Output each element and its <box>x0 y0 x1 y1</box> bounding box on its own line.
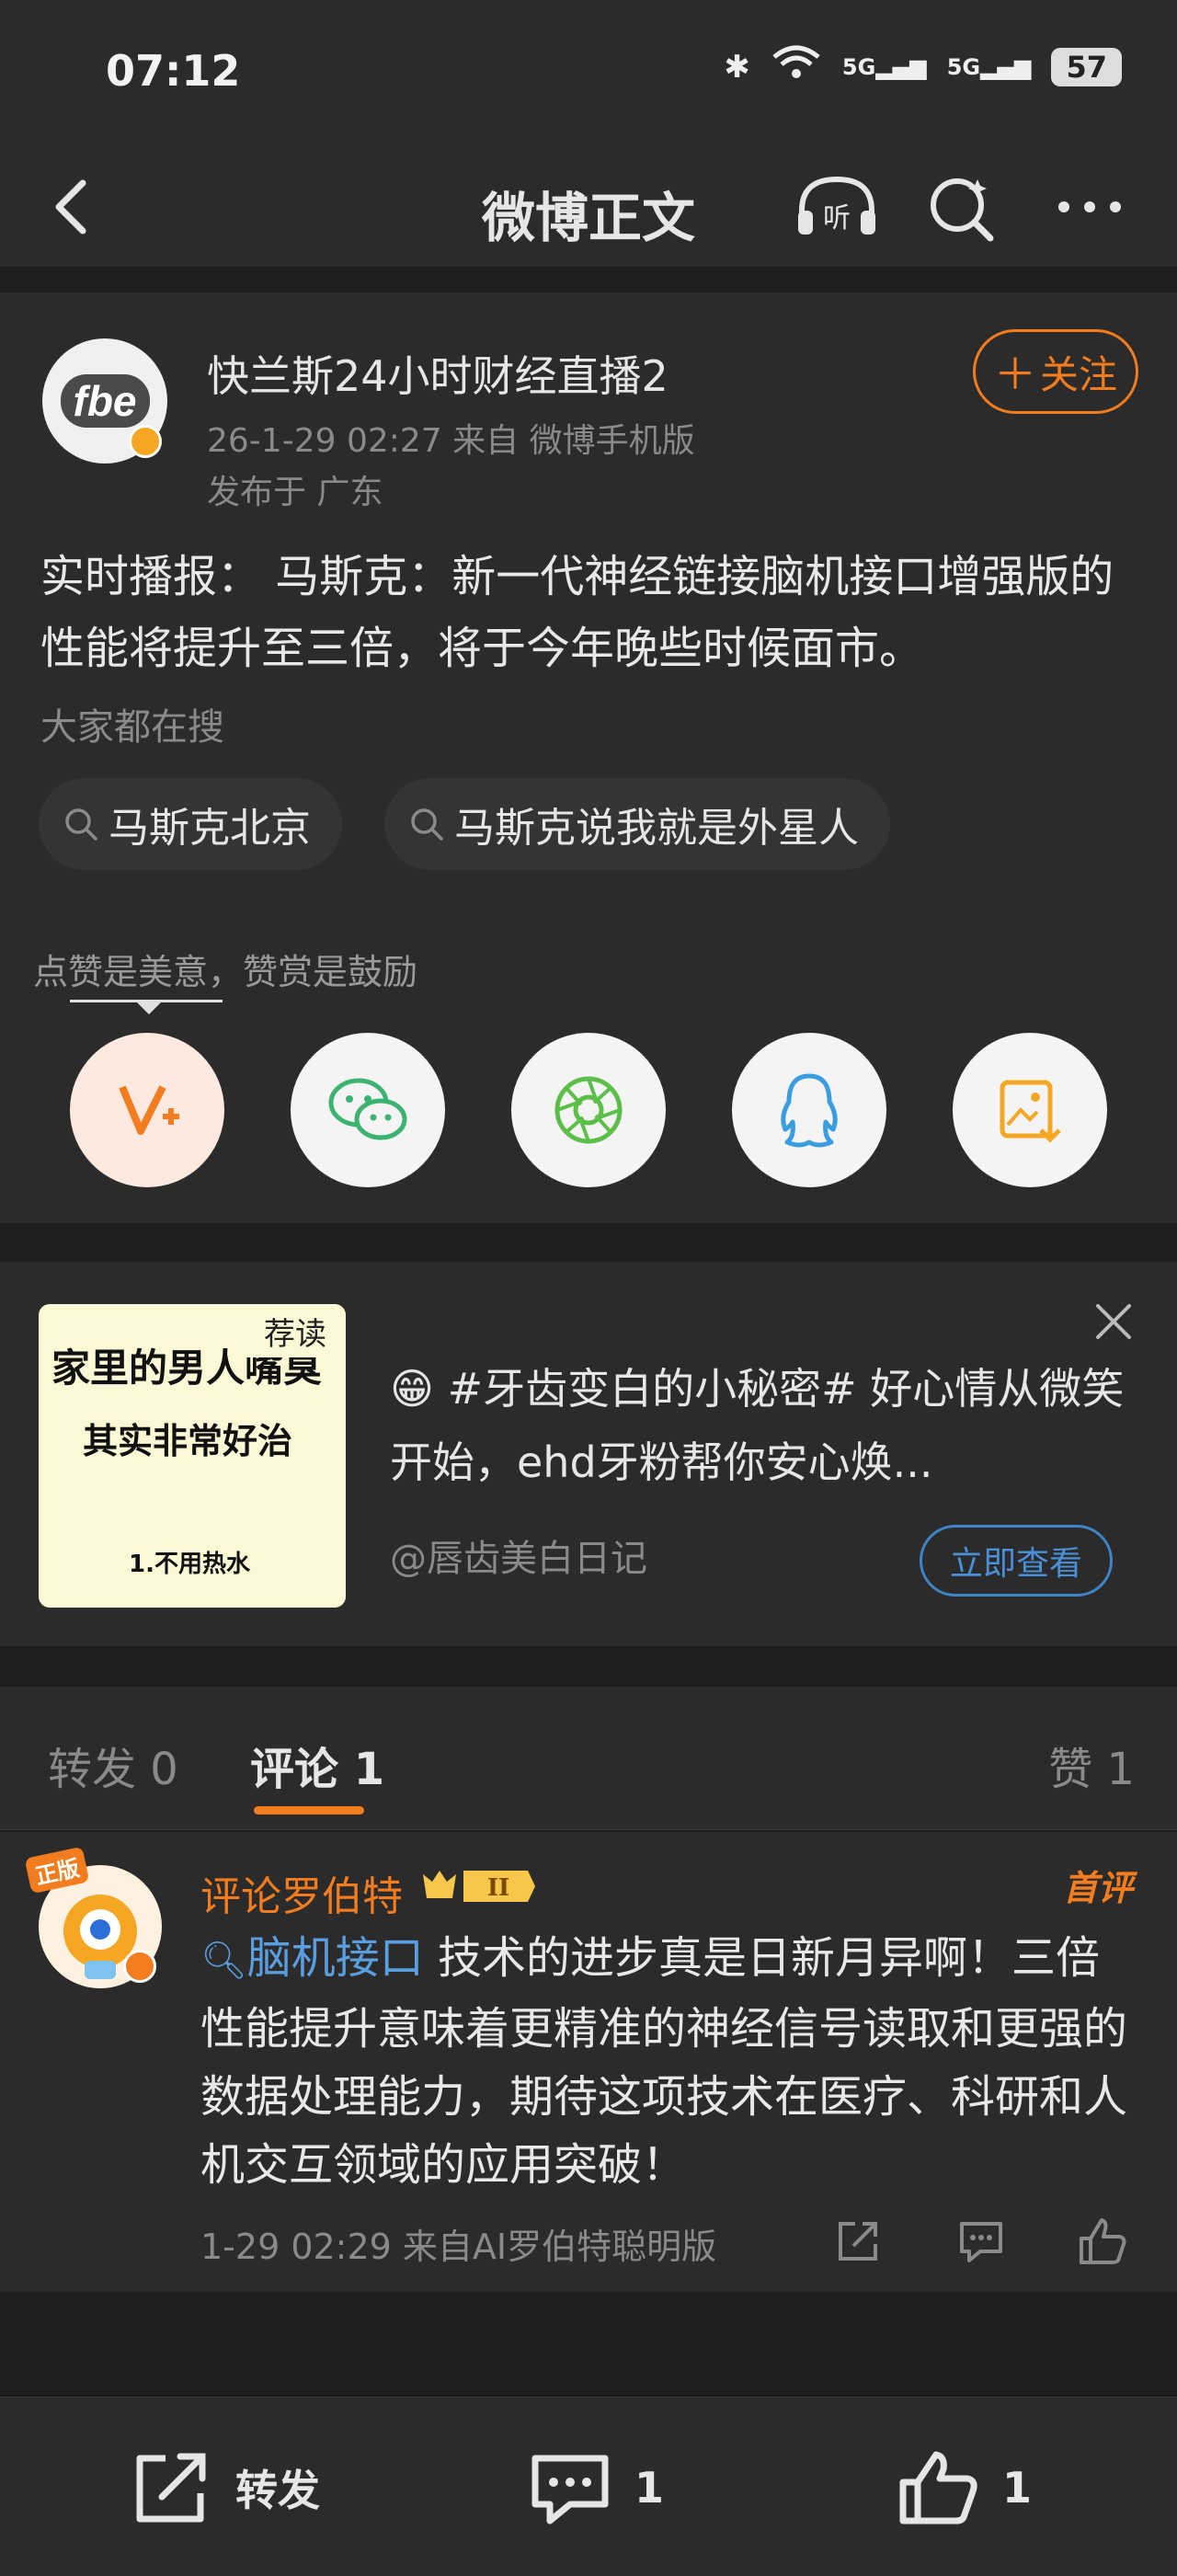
post-location: 发布于 广东 <box>207 474 383 511</box>
save-image-button[interactable] <box>953 1033 1107 1187</box>
tab-repost[interactable]: 转发 0 <box>48 1733 178 1797</box>
topic-link[interactable]: 🔍︎脑机接口 <box>200 1932 424 1984</box>
wechat-icon <box>328 1078 407 1140</box>
ad-card[interactable]: 家里的男人嘴臭 荐读 其实非常好治 1.不用热水 😁 #牙齿变白的小秘密# 好心… <box>0 1262 1177 1646</box>
username[interactable]: 快兰斯24小时财经直播2 <box>207 343 668 404</box>
page-title: 微博正文 <box>481 187 695 249</box>
status-time: 07:12 <box>106 46 241 96</box>
tab-active-indicator <box>254 1806 364 1815</box>
ad-image[interactable]: 家里的男人嘴臭 荐读 其实非常好治 1.不用热水 <box>39 1304 346 1608</box>
wifi-icon <box>771 44 822 89</box>
more-icon[interactable] <box>1053 170 1126 244</box>
ad-source[interactable]: @唇齿美白日记 <box>390 1528 647 1582</box>
tab-comment[interactable]: 评论 1 <box>250 1733 384 1797</box>
nav-bar: 微博正文 听 <box>0 138 1177 267</box>
verified-badge-icon <box>123 1950 156 1983</box>
comment-meta: 1-29 02:29 来自AI罗伯特聪明版 <box>200 2227 717 2267</box>
comment-icon <box>531 2455 609 2524</box>
share-qq-button[interactable] <box>732 1033 886 1187</box>
comment-username[interactable]: 评论罗伯特 <box>200 1863 403 1922</box>
like-hint: 点赞是美意，赞赏是鼓励 <box>33 952 418 992</box>
battery-icon: 57 <box>1051 47 1122 86</box>
search-heading: 大家都在搜 <box>40 706 224 749</box>
post-content: 实时播报： 马斯克：新一代神经链接脑机接口增强版的性能将提升至三倍，将于今年晚些… <box>40 551 1114 674</box>
share-moments-button[interactable] <box>511 1033 666 1187</box>
first-comment-badge: 首评 <box>1062 1868 1133 1908</box>
ad-image-tag: 荐读 <box>245 1304 346 1357</box>
level-text: II <box>487 1874 509 1902</box>
search-icon <box>65 808 97 841</box>
reward-button[interactable] <box>70 1033 224 1187</box>
ad-text[interactable]: 😁 #牙齿变白的小秘密# 好心情从微笑开始，ehd牙粉帮你安心焕... <box>390 1352 1144 1499</box>
moments-icon <box>554 1076 623 1144</box>
ad-image-line: 1.不用热水 <box>129 1551 250 1578</box>
post-card: fbe 快兰斯24小时财经直播2 26-1-29 02:27 来自 微博手机版 … <box>0 292 1177 1223</box>
like-button[interactable]: 1 <box>896 2449 1032 2526</box>
share-wechat-button[interactable] <box>291 1033 445 1187</box>
signal-icon: 5G▂▄▆ <box>841 53 927 80</box>
tab-bar: 转发 0 评论 1 赞 1 <box>0 1687 1177 1830</box>
follow-button[interactable]: ＋关注 <box>973 329 1138 414</box>
ad-image-line: 其实非常好治 <box>83 1421 293 1461</box>
search-icon: 🔍︎ <box>200 1940 247 1982</box>
like-icon <box>899 2451 977 2524</box>
hint-pointer <box>136 1002 162 1014</box>
post-time-source: 26-1-29 02:27 来自 微博手机版 <box>207 422 695 460</box>
avatar-logo: fbe <box>60 374 150 428</box>
comment-item: 正版 评论罗伯特 II 首评 🔍︎脑机接口 技术的进步真是日新月异啊！三倍性能提… <box>0 1832 1177 2292</box>
repost-button[interactable]: 转发 <box>129 2449 320 2526</box>
signal-icon-2: 5G▂▄▆ <box>946 53 1032 80</box>
listen-icon[interactable]: 听 <box>793 170 875 244</box>
search-chip[interactable]: 马斯克北京 <box>39 778 342 870</box>
bottom-action-bar: 转发 1 1 <box>0 2397 1177 2576</box>
verified-badge-icon <box>129 425 162 458</box>
plus-icon: ＋ <box>993 349 1036 399</box>
divider <box>0 1829 1177 1830</box>
repost-icon <box>136 2453 206 2523</box>
close-icon[interactable] <box>1091 1299 1137 1345</box>
bluetooth-icon: ✱ <box>724 48 750 86</box>
tab-like[interactable]: 赞 1 <box>1048 1733 1135 1797</box>
comment-button[interactable]: 1 <box>528 2449 664 2526</box>
ad-view-button[interactable]: 立即查看 <box>920 1525 1113 1597</box>
qq-icon <box>781 1073 838 1148</box>
save-image-icon <box>1000 1080 1061 1143</box>
like-icon[interactable] <box>1076 2216 1126 2266</box>
level-badge-icon: II <box>419 1865 539 1907</box>
status-bar: 07:12 ✱ 5G▂▄▆ 5G▂▄▆ 57 <box>0 0 1177 138</box>
search-icon <box>411 808 443 841</box>
search-chip[interactable]: 马斯克说我就是外星人 <box>384 778 890 870</box>
avatar[interactable]: fbe <box>42 338 167 464</box>
repost-icon[interactable] <box>833 2216 883 2266</box>
reward-v-icon <box>119 1085 179 1135</box>
comment-text: 🔍︎脑机接口 技术的进步真是日新月异啊！三倍性能提升意味着更精准的神经信号读取和… <box>200 1932 1128 2191</box>
search-icon[interactable] <box>924 170 998 244</box>
status-icons: ✱ 5G▂▄▆ 5G▂▄▆ 57 <box>724 44 1122 89</box>
comment-icon[interactable] <box>956 2216 1006 2266</box>
svg-text:听: 听 <box>823 202 851 235</box>
